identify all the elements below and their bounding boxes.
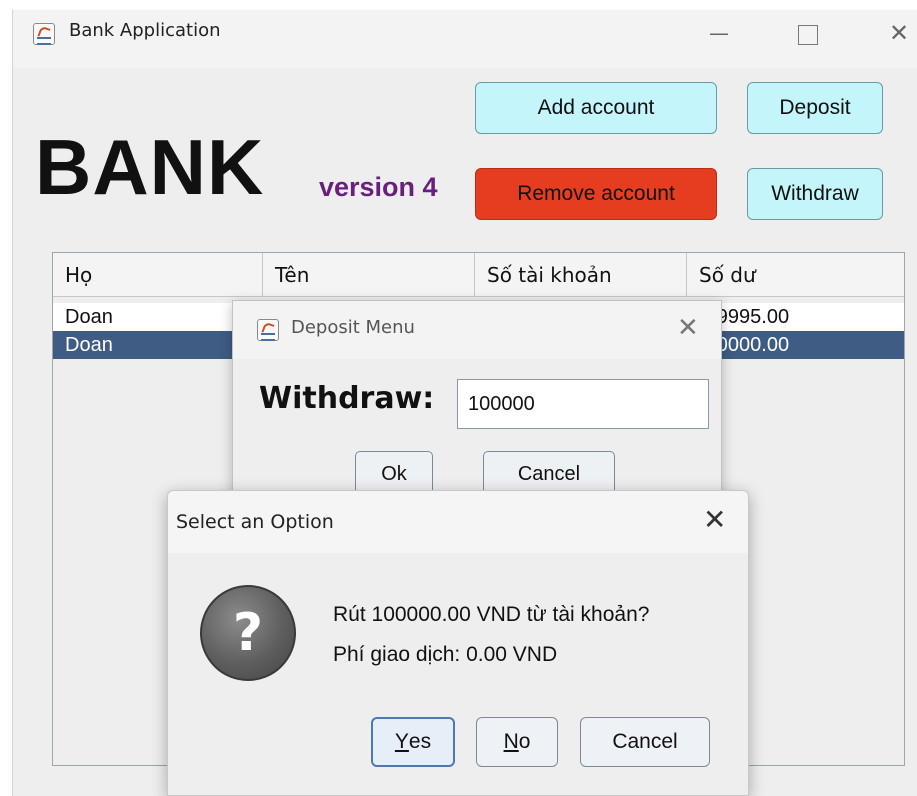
window-title: Bank Application: [69, 20, 221, 41]
version-label: version 4: [319, 172, 438, 202]
yes-button[interactable]: Yes: [371, 717, 455, 767]
yes-mnemonic: Y: [394, 730, 409, 753]
java-app-icon: [33, 23, 55, 45]
close-icon[interactable]: ✕: [677, 313, 699, 343]
deposit-titlebar[interactable]: Deposit Menu ✕: [233, 301, 721, 359]
deposit-button[interactable]: Deposit: [747, 82, 883, 134]
withdraw-button[interactable]: Withdraw: [747, 168, 883, 220]
maximize-icon[interactable]: [798, 25, 818, 45]
add-account-button[interactable]: Add account: [475, 82, 717, 134]
cancel-option-button[interactable]: Cancel: [580, 717, 710, 767]
no-label: o: [518, 730, 531, 753]
withdraw-amount-input[interactable]: 100000: [457, 379, 709, 429]
column-header-ten[interactable]: Tên: [263, 253, 475, 297]
no-button[interactable]: No: [476, 717, 558, 767]
question-icon-glyph: ?: [232, 603, 264, 663]
confirm-message: Rút 100000.00 VND từ tài khoản?: [333, 603, 650, 626]
column-header-account-number[interactable]: Số tài khoản: [475, 253, 687, 297]
no-mnemonic: N: [503, 730, 519, 753]
yes-label: es: [408, 730, 432, 753]
question-icon: ?: [200, 585, 296, 681]
confirm-titlebar[interactable]: Select an Option ✕: [168, 491, 748, 553]
minimize-icon[interactable]: —: [709, 22, 729, 44]
close-icon[interactable]: ✕: [703, 505, 726, 535]
confirm-dialog-title: Select an Option: [176, 511, 334, 533]
deposit-dialog-title: Deposit Menu: [291, 317, 415, 338]
table-header: Họ Tên Số tài khoản Số dư: [53, 253, 904, 297]
confirm-dialog: Select an Option ✕ ? Rút 100000.00 VND t…: [167, 490, 749, 796]
column-header-balance[interactable]: Số dư: [687, 253, 904, 297]
column-header-ho[interactable]: Họ: [53, 253, 263, 297]
deposit-dialog: Deposit Menu ✕ Withdraw: 100000 Ok Cance…: [232, 300, 722, 500]
close-icon[interactable]: ✕: [889, 21, 909, 45]
fee-message: Phí giao dịch: 0.00 VND: [333, 643, 558, 666]
remove-account-button[interactable]: Remove account: [475, 168, 717, 220]
bank-logo: BANK: [35, 123, 265, 211]
java-app-icon: [257, 319, 279, 341]
main-titlebar[interactable]: Bank Application — ✕: [13, 10, 917, 68]
withdraw-label: Withdraw:: [259, 381, 435, 416]
